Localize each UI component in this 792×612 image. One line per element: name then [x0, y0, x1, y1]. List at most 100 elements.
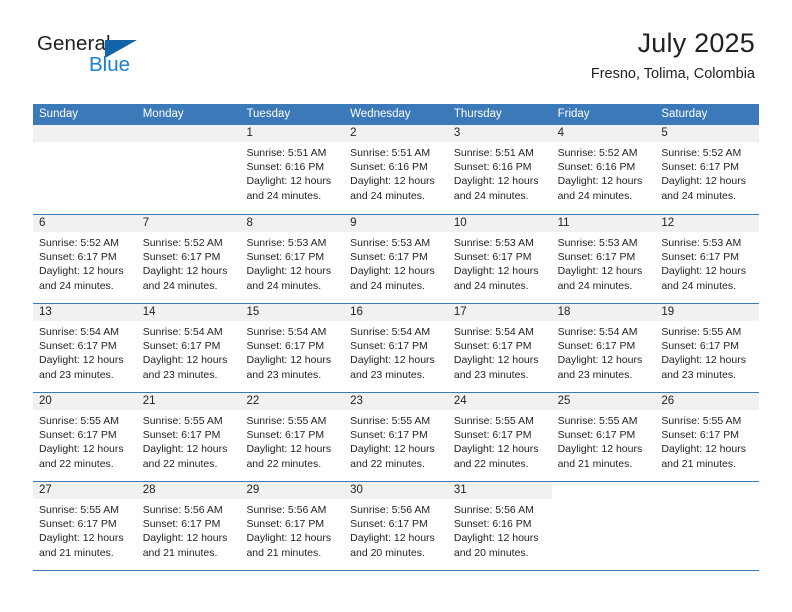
day-daylight-text: Daylight: 12 hours [453, 354, 539, 367]
brand-logo[interactable]: General Blue [37, 32, 167, 86]
day-sun-info: Sunrise: 5:51 AM Sunset: 6:16 PM Daylight:… [344, 142, 448, 203]
day-sunset-text: Sunset: 6:17 PM [142, 340, 221, 353]
calendar-day-cell[interactable]: 14 Sunrise: 5:54 AM Sunset: 6:17 PM Dayligh… [136, 304, 241, 392]
calendar-week-row: 1 Sunrise: 5:51 AM Sunset: 6:16 PM Daylight… [33, 125, 760, 214]
day-daylight-text: Daylight: 12 hours [453, 265, 539, 278]
calendar-page: General Blue July 2025 Fresno, Tolima, C… [0, 0, 792, 612]
calendar-day-cell[interactable]: 21 Sunrise: 5:55 AM Sunset: 6:17 PM Dayligh… [136, 393, 241, 481]
calendar-day-cell[interactable]: 12 Sunrise: 5:53 AM Sunset: 6:17 PM Dayligh… [655, 215, 760, 303]
calendar-day-cell[interactable]: 13 Sunrise: 5:54 AM Sunset: 6:17 PM Dayligh… [33, 304, 137, 392]
day-daylight-text: and 23 minutes. [246, 368, 322, 381]
calendar-day-cell[interactable]: 23 Sunrise: 5:55 AM Sunset: 6:17 PM Dayligh… [344, 393, 448, 481]
calendar-day-cell[interactable]: 11 Sunrise: 5:53 AM Sunset: 6:17 PM Dayligh… [551, 215, 656, 303]
calendar-day-cell[interactable]: 15 Sunrise: 5:54 AM Sunset: 6:17 PM Dayligh… [240, 304, 345, 392]
page-title: July 2025 [637, 28, 755, 58]
day-daylight-text: Daylight: 12 hours [453, 175, 539, 188]
day-sunset-text: Sunset: 6:16 PM [246, 161, 325, 174]
calendar-day-cell[interactable]: 19 Sunrise: 5:55 AM Sunset: 6:17 PM Dayligh… [655, 304, 760, 392]
day-sun-info: Sunrise: 5:52 AM Sunset: 6:17 PM Daylight:… [137, 232, 241, 293]
day-daylight-text: and 24 minutes. [557, 189, 633, 202]
day-daylight-text: Daylight: 12 hours [246, 532, 332, 545]
calendar-day-cell[interactable]: 29 Sunrise: 5:56 AM Sunset: 6:17 PM Dayligh… [240, 482, 345, 570]
calendar-day-cell[interactable]: 17 Sunrise: 5:54 AM Sunset: 6:17 PM Dayligh… [447, 304, 552, 392]
calendar-day-cell[interactable]: 20 Sunrise: 5:55 AM Sunset: 6:17 PM Dayligh… [33, 393, 137, 481]
calendar-day-cell[interactable]: 28 Sunrise: 5:56 AM Sunset: 6:17 PM Dayligh… [136, 482, 241, 570]
day-sunset-text: Sunset: 6:17 PM [350, 251, 428, 264]
calendar-bottom-rule [33, 570, 759, 571]
day-sun-info: Sunrise: 5:54 AM Sunset: 6:17 PM Daylight:… [240, 321, 344, 382]
day-number: 31 [447, 482, 552, 499]
calendar-day-cell[interactable]: 24 Sunrise: 5:55 AM Sunset: 6:17 PM Dayligh… [447, 393, 552, 481]
calendar-day-cell[interactable]: 30 Sunrise: 5:56 AM Sunset: 6:17 PM Dayligh… [344, 482, 448, 570]
day-sunset-text: Sunset: 6:17 PM [661, 429, 739, 442]
day-sun-info: Sunrise: 5:53 AM Sunset: 6:17 PM Daylight:… [240, 232, 344, 293]
day-sun-info: Sunrise: 5:52 AM Sunset: 6:17 PM Daylight:… [655, 142, 759, 203]
calendar-day-cell[interactable]: 7 Sunrise: 5:52 AM Sunset: 6:17 PM Daylight… [136, 215, 241, 303]
day-sunset-text: Sunset: 6:16 PM [453, 518, 532, 531]
day-number: 7 [136, 215, 241, 232]
weekday-header-friday: Friday [557, 108, 590, 120]
day-sunrise-text: Sunrise: 5:51 AM [246, 147, 327, 159]
calendar-day-cell[interactable]: 25 Sunrise: 5:55 AM Sunset: 6:17 PM Dayligh… [551, 393, 656, 481]
day-number: 30 [344, 482, 448, 499]
calendar-day-cell[interactable]: 8 Sunrise: 5:53 AM Sunset: 6:17 PM Daylight… [240, 215, 345, 303]
day-number: 10 [447, 215, 552, 232]
day-sun-info: Sunrise: 5:51 AM Sunset: 6:16 PM Daylight:… [448, 142, 552, 203]
calendar-day-cell-empty [33, 125, 137, 214]
location-subtitle: Fresno, Tolima, Colombia [590, 66, 755, 83]
day-sun-info: Sunrise: 5:53 AM Sunset: 6:17 PM Daylight:… [552, 232, 656, 293]
title-block: July 2025 Fresno, Tolima, Colombia [591, 28, 755, 83]
day-sun-info: Sunrise: 5:52 AM Sunset: 6:16 PM Daylight:… [552, 142, 656, 203]
calendar-day-cell[interactable]: 26 Sunrise: 5:55 AM Sunset: 6:17 PM Dayligh… [655, 393, 760, 481]
day-number: 12 [655, 215, 760, 232]
day-daylight-text: Daylight: 12 hours [142, 443, 228, 456]
day-daylight-text: and 22 minutes. [246, 457, 322, 470]
day-daylight-text: and 24 minutes. [142, 279, 218, 292]
calendar-day-cell[interactable]: 3 Sunrise: 5:51 AM Sunset: 6:16 PM Daylight… [447, 125, 552, 214]
calendar-day-cell[interactable]: 27 Sunrise: 5:55 AM Sunset: 6:17 PM Dayligh… [33, 482, 137, 570]
day-sun-info: Sunrise: 5:52 AM Sunset: 6:17 PM Daylight:… [33, 232, 137, 293]
day-number: 17 [447, 304, 552, 321]
calendar-day-cell[interactable]: 5 Sunrise: 5:52 AM Sunset: 6:17 PM Daylight… [655, 125, 760, 214]
calendar-day-cell[interactable]: 1 Sunrise: 5:51 AM Sunset: 6:16 PM Daylight… [240, 125, 345, 214]
day-daylight-text: and 23 minutes. [142, 368, 218, 381]
day-daylight-text: and 24 minutes. [661, 279, 737, 292]
day-sun-info: Sunrise: 5:53 AM Sunset: 6:17 PM Daylight:… [344, 232, 448, 293]
brand-name-general: General [37, 32, 111, 55]
day-sunrise-text: Sunrise: 5:51 AM [453, 147, 534, 159]
day-daylight-text: Daylight: 12 hours [661, 265, 746, 278]
calendar-day-cell[interactable]: 16 Sunrise: 5:54 AM Sunset: 6:17 PM Dayligh… [344, 304, 448, 392]
day-daylight-text: and 21 minutes. [661, 457, 737, 470]
day-sun-info: Sunrise: 5:54 AM Sunset: 6:17 PM Daylight:… [344, 321, 448, 382]
calendar-day-cell[interactable]: 9 Sunrise: 5:53 AM Sunset: 6:17 PM Daylight… [344, 215, 448, 303]
calendar-day-cell[interactable]: 18 Sunrise: 5:54 AM Sunset: 6:17 PM Dayligh… [551, 304, 656, 392]
calendar-day-cell[interactable]: 22 Sunrise: 5:55 AM Sunset: 6:17 PM Dayligh… [240, 393, 345, 481]
calendar-day-cell[interactable]: 10 Sunrise: 5:53 AM Sunset: 6:17 PM Dayligh… [447, 215, 552, 303]
day-sunrise-text: Sunrise: 5:55 AM [350, 415, 431, 427]
day-daylight-text: Daylight: 12 hours [39, 265, 124, 278]
day-daylight-text: Daylight: 12 hours [557, 175, 643, 188]
day-number: 16 [344, 304, 448, 321]
day-sunrise-text: Sunrise: 5:56 AM [142, 504, 223, 516]
day-number [33, 125, 137, 142]
day-daylight-text: Daylight: 12 hours [246, 354, 332, 367]
day-sunset-text: Sunset: 6:17 PM [557, 340, 636, 353]
day-sun-info: Sunrise: 5:55 AM Sunset: 6:17 PM Daylight:… [655, 410, 759, 471]
day-number: 9 [344, 215, 448, 232]
day-number: 14 [136, 304, 241, 321]
calendar-day-cell[interactable]: 2 Sunrise: 5:51 AM Sunset: 6:16 PM Daylight… [344, 125, 448, 214]
day-number: 19 [655, 304, 760, 321]
calendar-day-cell[interactable]: 6 Sunrise: 5:52 AM Sunset: 6:17 PM Daylight… [33, 215, 137, 303]
calendar-day-cell[interactable]: 4 Sunrise: 5:52 AM Sunset: 6:16 PM Daylight… [551, 125, 656, 214]
day-daylight-text: and 24 minutes. [453, 279, 529, 292]
day-daylight-text: and 24 minutes. [453, 189, 529, 202]
day-daylight-text: Daylight: 12 hours [350, 265, 435, 278]
calendar-day-cell[interactable]: 31 Sunrise: 5:56 AM Sunset: 6:16 PM Dayligh… [447, 482, 552, 570]
day-number: 11 [551, 215, 656, 232]
day-sun-info: Sunrise: 5:53 AM Sunset: 6:17 PM Daylight:… [448, 232, 552, 293]
day-daylight-text: Daylight: 12 hours [246, 175, 332, 188]
day-daylight-text: Daylight: 12 hours [661, 354, 746, 367]
day-daylight-text: and 24 minutes. [350, 189, 425, 202]
day-sunrise-text: Sunrise: 5:55 AM [557, 415, 638, 427]
day-number: 22 [240, 393, 345, 410]
